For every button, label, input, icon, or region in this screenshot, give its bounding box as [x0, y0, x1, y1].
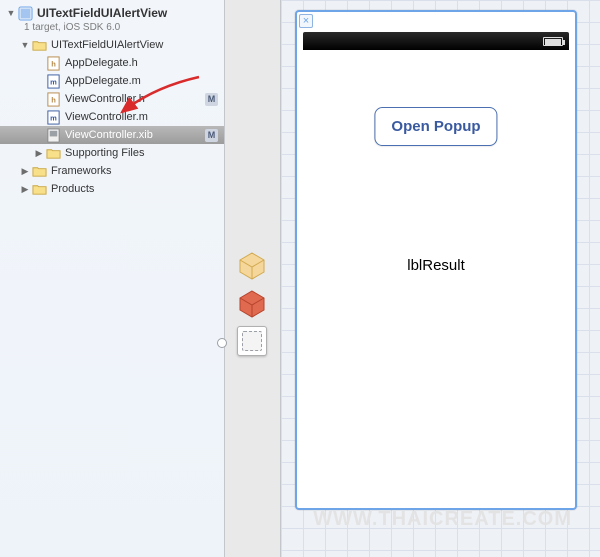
result-label[interactable]: lblResult: [297, 257, 575, 274]
project-navigator[interactable]: ▼ UITextFieldUIAlertView 1 target, iOS S…: [0, 0, 225, 557]
file-label: ViewController.xib: [65, 129, 153, 141]
project-root[interactable]: ▼ UITextFieldUIAlertView: [0, 4, 224, 22]
file-viewcontroller-h[interactable]: h ViewController.h M: [0, 90, 224, 108]
first-responder-icon[interactable]: [237, 288, 267, 318]
svg-text:h: h: [51, 59, 56, 68]
view-object-icon[interactable]: [237, 326, 267, 356]
dock-toggle-icon[interactable]: [217, 338, 227, 348]
svg-text:m: m: [50, 113, 57, 122]
open-popup-button[interactable]: Open Popup: [374, 107, 497, 146]
placeholder-object-icon[interactable]: [237, 250, 267, 280]
file-appdelegate-m[interactable]: m AppDelegate.m: [0, 72, 224, 90]
file-viewcontroller-m[interactable]: m ViewController.m: [0, 108, 224, 126]
xib-file-icon: [46, 128, 61, 143]
disclosure-triangle-icon[interactable]: ▶: [20, 184, 30, 194]
file-appdelegate-h[interactable]: h AppDelegate.h: [0, 54, 224, 72]
disclosure-triangle-icon[interactable]: ▶: [20, 166, 30, 176]
svg-text:m: m: [50, 77, 57, 86]
impl-file-icon: m: [46, 74, 61, 89]
folder-icon: [32, 164, 47, 179]
file-label: ViewController.h: [65, 93, 145, 105]
project-subtitle: 1 target, iOS SDK 6.0: [24, 22, 224, 36]
file-label: ViewController.m: [65, 111, 148, 123]
products-folder[interactable]: ▶ Products: [0, 180, 224, 198]
disclosure-triangle-icon[interactable]: ▼: [20, 40, 30, 50]
ios-view[interactable]: × Open Popup lblResult: [295, 10, 577, 510]
header-file-icon: h: [46, 92, 61, 107]
folder-icon: [32, 38, 47, 53]
supporting-files-folder[interactable]: ▶ Supporting Files: [0, 144, 224, 162]
interface-builder-canvas[interactable]: × Open Popup lblResult: [281, 0, 600, 557]
impl-file-icon: m: [46, 110, 61, 125]
group-folder[interactable]: ▼ UITextFieldUIAlertView: [0, 36, 224, 54]
file-viewcontroller-xib[interactable]: ViewController.xib M: [0, 126, 224, 144]
xcode-project-icon: [18, 6, 33, 21]
folder-label: Frameworks: [51, 165, 112, 177]
battery-icon: [543, 37, 563, 46]
folder-icon: [46, 146, 61, 161]
file-label: AppDelegate.h: [65, 57, 138, 69]
frameworks-folder[interactable]: ▶ Frameworks: [0, 162, 224, 180]
group-name: UITextFieldUIAlertView: [51, 39, 163, 51]
disclosure-triangle-icon[interactable]: ▼: [6, 8, 16, 18]
folder-label: Products: [51, 183, 94, 195]
project-name: UITextFieldUIAlertView: [37, 6, 167, 20]
ios-status-bar: [303, 32, 569, 50]
scm-modified-badge: M: [205, 93, 218, 106]
close-scene-icon[interactable]: ×: [299, 14, 313, 28]
file-label: AppDelegate.m: [65, 75, 141, 87]
svg-text:h: h: [51, 95, 56, 104]
scm-modified-badge: M: [205, 129, 218, 142]
header-file-icon: h: [46, 56, 61, 71]
folder-icon: [32, 182, 47, 197]
document-outline-gutter: [225, 0, 281, 557]
folder-label: Supporting Files: [65, 147, 145, 159]
disclosure-triangle-icon[interactable]: ▶: [34, 148, 44, 158]
